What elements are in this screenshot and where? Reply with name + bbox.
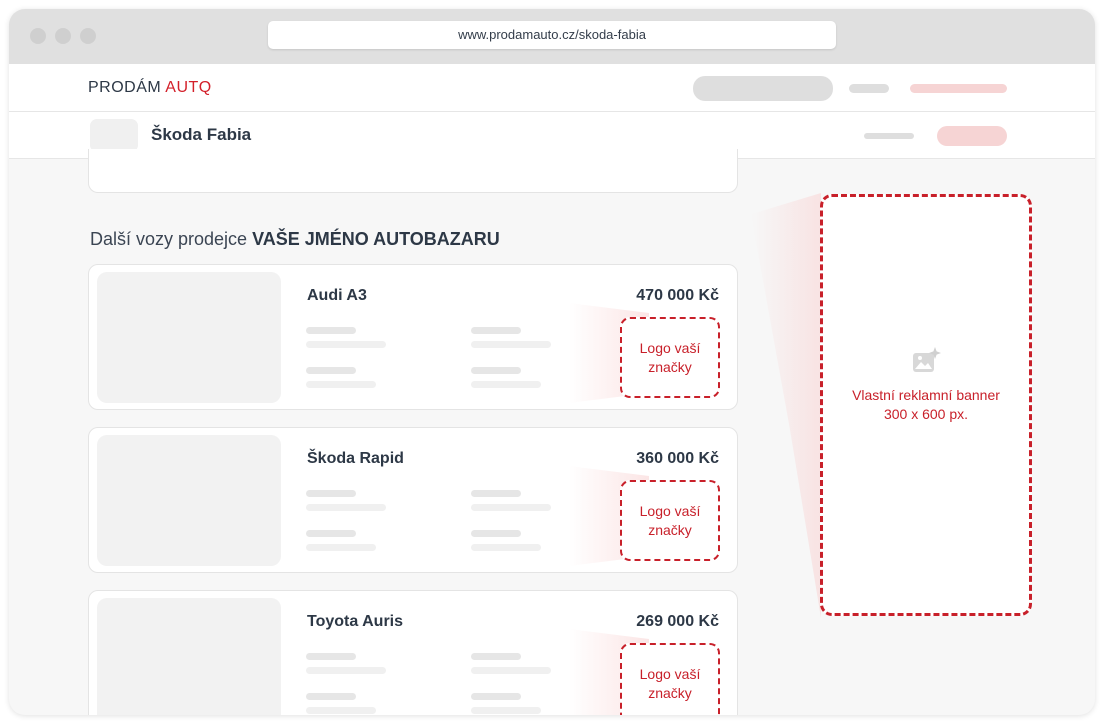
spec-placeholder xyxy=(306,504,386,511)
address-bar[interactable]: www.prodamauto.cz/skoda-fabia xyxy=(268,21,836,49)
spec-placeholder xyxy=(306,544,376,551)
logo-text: PRODÁM xyxy=(88,79,166,96)
window-close-dot[interactable] xyxy=(30,28,46,44)
car-card[interactable]: Toyota Auris 269 000 Kč Logo vaší značky xyxy=(88,590,738,715)
spec-placeholder xyxy=(471,504,551,511)
spec-placeholder xyxy=(306,530,356,537)
nav-link-placeholder[interactable] xyxy=(849,84,889,93)
car-image-placeholder xyxy=(97,272,281,403)
spec-placeholder xyxy=(471,341,551,348)
brand-logo-slot: Logo vaší značky xyxy=(620,480,720,561)
dealer-name: VAŠE JMÉNO AUTOBAZARU xyxy=(252,229,500,249)
spec-placeholder xyxy=(306,367,356,374)
car-name: Audi A3 xyxy=(307,287,367,304)
spec-placeholder xyxy=(471,544,541,551)
window-maximize-dot[interactable] xyxy=(80,28,96,44)
logo-slot-line2: značky xyxy=(648,522,692,538)
logo-accent-text: AUTQ xyxy=(165,79,212,96)
browser-chrome: www.prodamauto.cz/skoda-fabia xyxy=(9,9,1095,64)
spec-placeholder xyxy=(306,707,376,714)
logo-slot-line2: značky xyxy=(648,359,692,375)
banner-caption-line2: 300 x 600 px. xyxy=(883,406,969,422)
logo-slot-line1: Logo vaší xyxy=(639,666,701,682)
window-minimize-dot[interactable] xyxy=(55,28,71,44)
spec-placeholder xyxy=(471,490,521,497)
banner-caption-line1: Vlastní reklamní banner xyxy=(852,387,1000,403)
subheader-link-placeholder[interactable] xyxy=(864,133,914,139)
search-placeholder[interactable] xyxy=(693,76,833,101)
spec-placeholder xyxy=(471,707,541,714)
spec-placeholder xyxy=(471,653,521,660)
car-price: 269 000 Kč xyxy=(636,613,719,630)
banner-highlight-beam xyxy=(751,193,821,618)
car-price: 470 000 Kč xyxy=(636,287,719,304)
spec-placeholder xyxy=(306,381,376,388)
car-image-placeholder xyxy=(97,598,281,715)
brand-logo-slot: Logo vaší značky xyxy=(620,643,720,715)
banner-caption: Vlastní reklamní banner 300 x 600 px. xyxy=(823,386,1029,424)
spec-placeholder xyxy=(471,367,521,374)
spec-placeholder xyxy=(306,667,386,674)
site-logo[interactable]: PRODÁM AUTQ xyxy=(88,79,212,97)
browser-window: www.prodamauto.cz/skoda-fabia PRODÁM AUT… xyxy=(9,9,1095,715)
car-card[interactable]: Audi A3 470 000 Kč Logo vaší značky xyxy=(88,264,738,410)
spec-placeholder xyxy=(471,381,541,388)
spec-placeholder xyxy=(306,327,356,334)
spec-placeholder xyxy=(306,693,356,700)
listing-thumbnail xyxy=(90,119,138,152)
subheader-button-placeholder[interactable] xyxy=(937,126,1007,146)
spec-placeholder xyxy=(471,693,521,700)
spec-placeholder xyxy=(471,530,521,537)
spec-placeholder xyxy=(306,653,356,660)
previous-content-card xyxy=(88,149,738,193)
car-name: Škoda Rapid xyxy=(307,450,404,467)
dealer-section-title: Další vozy prodejce VAŠE JMÉNO AUTOBAZAR… xyxy=(90,229,500,250)
car-card[interactable]: Škoda Rapid 360 000 Kč Logo vaší značky xyxy=(88,427,738,573)
logo-slot-line1: Logo vaší xyxy=(639,340,701,356)
car-price: 360 000 Kč xyxy=(636,450,719,467)
site-header: PRODÁM AUTQ xyxy=(9,64,1095,112)
logo-slot-line2: značky xyxy=(648,685,692,701)
ad-banner-slot: Vlastní reklamní banner 300 x 600 px. xyxy=(820,194,1032,616)
section-title-prefix: Další vozy prodejce xyxy=(90,229,253,249)
logo-slot-line1: Logo vaší xyxy=(639,503,701,519)
image-sparkle-icon xyxy=(913,347,941,372)
listing-title: Škoda Fabia xyxy=(151,125,252,144)
spec-placeholder xyxy=(306,490,356,497)
spec-placeholder xyxy=(471,327,521,334)
brand-logo-slot: Logo vaší značky xyxy=(620,317,720,398)
spec-placeholder xyxy=(306,341,386,348)
cta-link-placeholder[interactable] xyxy=(910,84,1007,93)
car-name: Toyota Auris xyxy=(307,613,404,630)
spec-placeholder xyxy=(471,667,551,674)
car-image-placeholder xyxy=(97,435,281,566)
